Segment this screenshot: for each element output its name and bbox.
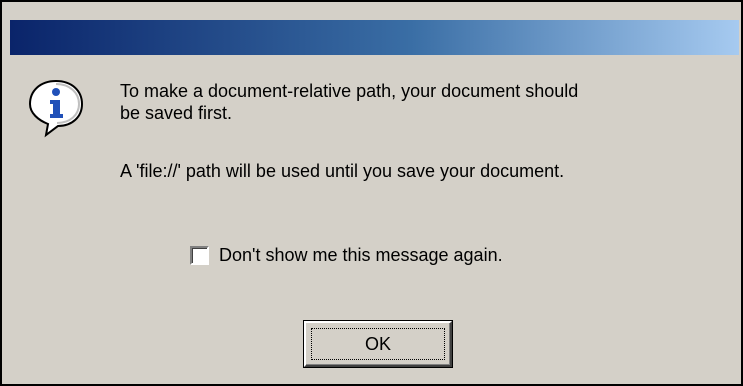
focus-ring <box>311 328 445 360</box>
ok-button[interactable]: OK <box>304 321 452 367</box>
message-text: To make a document-relative path, your d… <box>120 80 700 124</box>
checkbox-box[interactable] <box>190 245 209 265</box>
message-line-1: To make a document-relative path, your d… <box>120 81 579 101</box>
message-dialog: To make a document-relative path, your d… <box>0 0 743 386</box>
info-icon <box>24 75 88 139</box>
title-bar[interactable] <box>10 20 739 55</box>
message-line-2: be saved first. <box>120 103 233 123</box>
checkbox-label[interactable]: Don't show me this message again. <box>219 245 503 266</box>
secondary-message: A 'file://' path will be used until you … <box>120 161 565 181</box>
dont-show-again-checkbox[interactable]: Don't show me this message again. <box>190 243 503 267</box>
